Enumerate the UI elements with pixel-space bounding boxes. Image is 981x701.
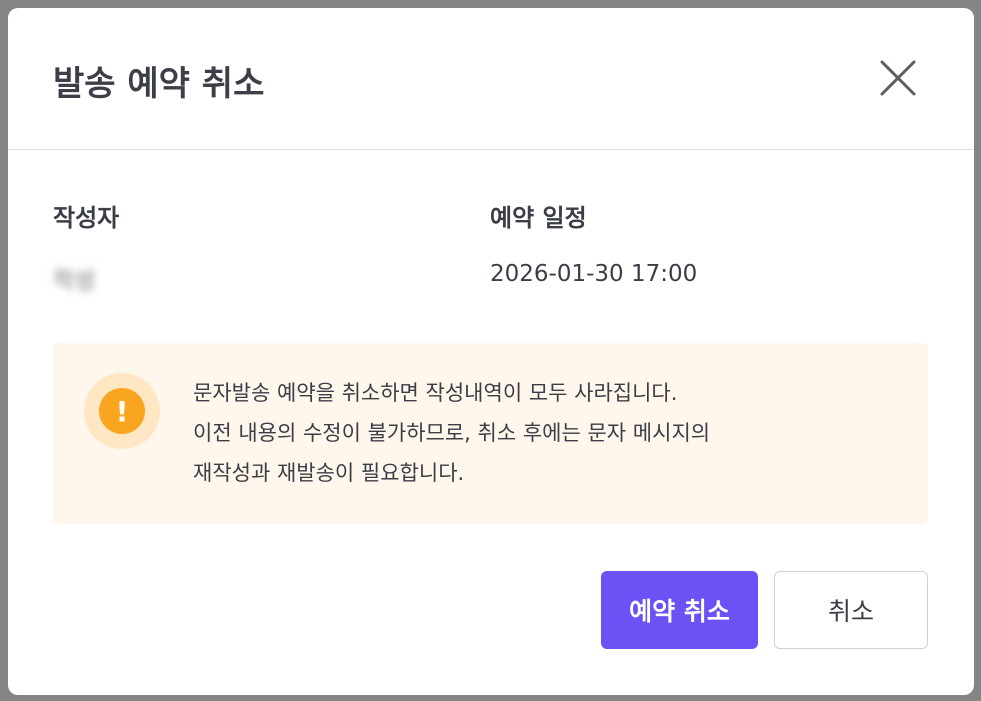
schedule-label: 예약 일정 <box>490 204 587 232</box>
dialog-header: 발송 예약 취소 <box>8 8 974 150</box>
schedule-info: 예약 일정 2026-01-30 17:00 <box>490 198 697 287</box>
cancel-reservation-dialog: 발송 예약 취소 작성자 작성 예약 일정 2026-01-30 17:00 !… <box>8 8 974 695</box>
dialog-title: 발송 예약 취소 <box>53 64 265 104</box>
author-info: 작성자 작성 <box>53 198 119 295</box>
author-label: 작성자 <box>53 204 120 232</box>
close-icon <box>880 60 916 96</box>
schedule-value: 2026-01-30 17:00 <box>490 261 698 287</box>
cancel-reservation-button[interactable]: 예약 취소 <box>601 571 758 649</box>
notice-line-2: 이전 내용의 수정이 불가하므로, 취소 후에는 문자 메시지의 <box>193 421 711 445</box>
close-button[interactable] <box>878 58 918 98</box>
warning-notice: ! 문자발송 예약을 취소하면 작성내역이 모두 사라집니다. 이전 내용의 수… <box>53 343 928 524</box>
author-value: 작성 <box>53 268 96 294</box>
notice-text: 문자발송 예약을 취소하면 작성내역이 모두 사라집니다. 이전 내용의 수정이… <box>193 373 893 493</box>
warning-icon-ring: ! <box>84 373 160 449</box>
dismiss-button[interactable]: 취소 <box>774 571 928 649</box>
warning-icon: ! <box>99 388 145 434</box>
notice-line-3: 재작성과 재발송이 필요합니다. <box>193 461 465 485</box>
notice-line-1: 문자발송 예약을 취소하면 작성내역이 모두 사라집니다. <box>193 381 678 405</box>
